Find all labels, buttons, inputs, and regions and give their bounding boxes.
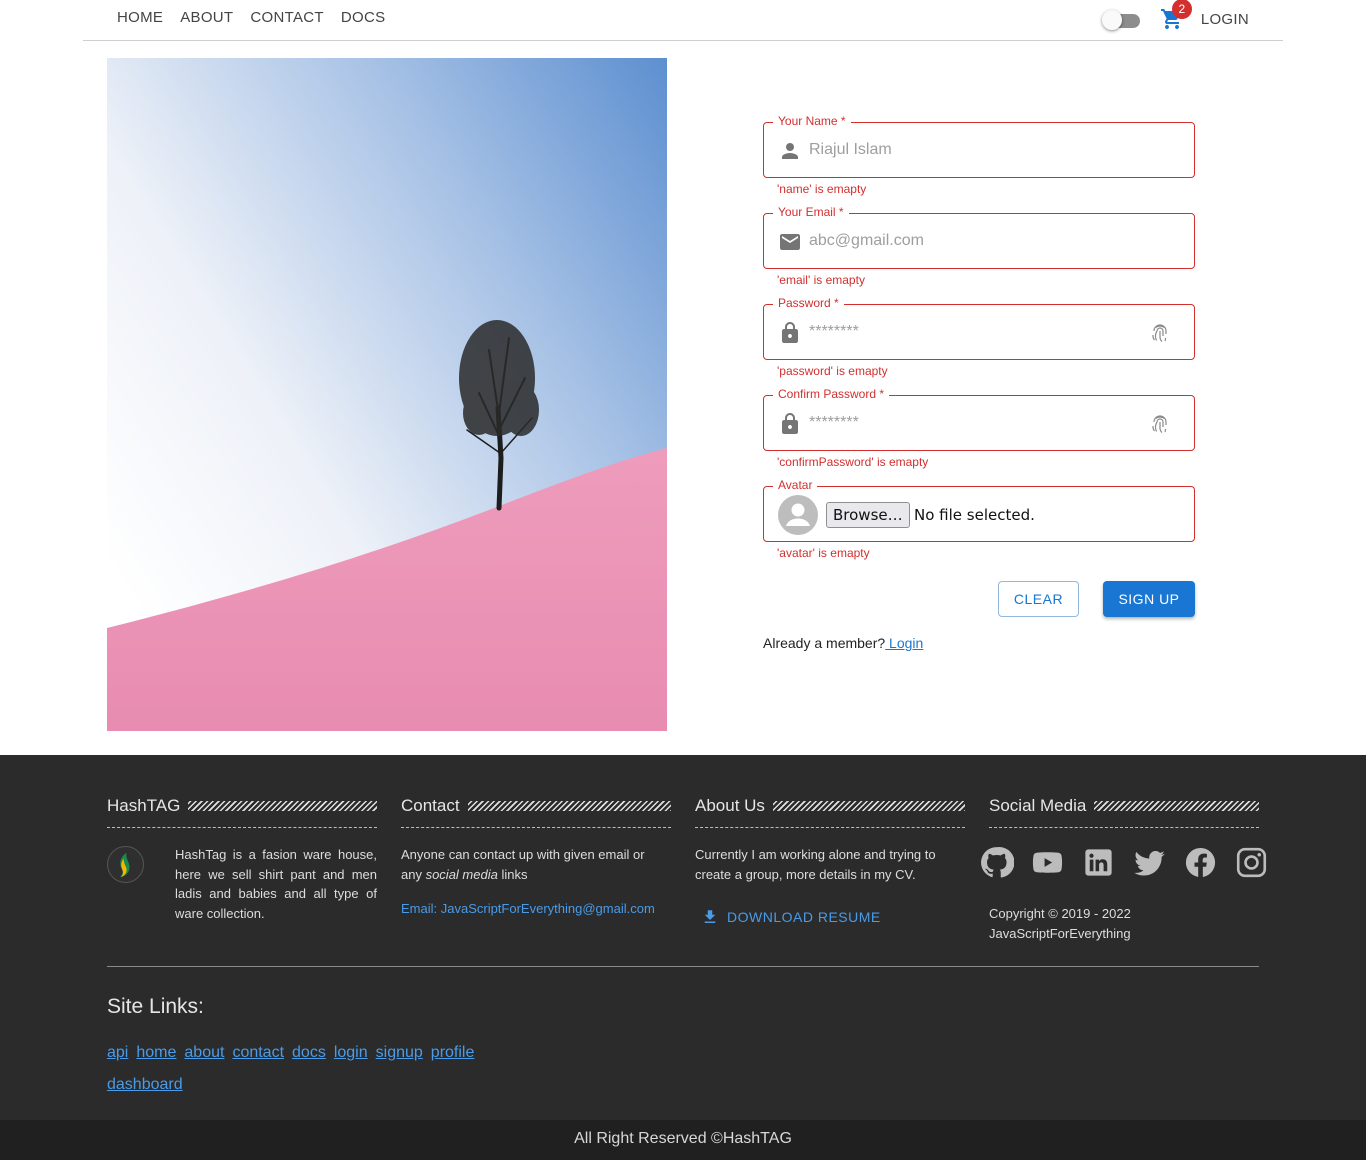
nav-links: Home About Contact Docs	[117, 9, 402, 26]
signup-hero-image	[107, 58, 667, 731]
site-links: api home about contact docs login signup…	[107, 1037, 527, 1101]
member-text: Already a member?	[763, 635, 886, 651]
download-icon	[704, 910, 716, 923]
cart-button[interactable]: 2	[1160, 0, 1192, 31]
heading-stripe	[1090, 801, 1259, 811]
fingerprint-icon[interactable]	[1148, 322, 1172, 346]
site-link-contact[interactable]: contact	[232, 1037, 284, 1069]
confirm-password-field: Confirm Password *	[763, 387, 1195, 451]
site-link-login[interactable]: login	[334, 1037, 368, 1069]
contact-email-link[interactable]: Email: JavaScriptForEverything@gmail.com	[401, 901, 655, 916]
confirm-password-input[interactable]	[809, 396, 1139, 450]
copyright: Copyright © 2019 - 2022 JavaScriptForEve…	[989, 904, 1259, 943]
contact-title: Contact	[401, 797, 468, 815]
site-link-signup[interactable]: signup	[376, 1037, 423, 1069]
signup-button[interactable]: Sign Up	[1103, 581, 1195, 617]
site-link-profile[interactable]: profile	[431, 1037, 475, 1069]
avatar-label: Avatar	[773, 478, 818, 492]
copyright-line-2: JavaScriptForEverything	[989, 925, 1131, 941]
instagram-icon[interactable]	[1234, 845, 1269, 880]
footer-col-social: Social Media Copyright © 2019 - 2022 Jav…	[981, 797, 1267, 941]
navbar: Home About Contact Docs 2 Login	[83, 0, 1283, 41]
site-links-title: Site Links:	[107, 995, 204, 1018]
resume-label: Download Resume	[727, 909, 881, 925]
cart-icon	[1160, 9, 1184, 35]
avatar-error: 'avatar' is emapty	[777, 546, 870, 560]
linkedin-icon[interactable]	[1081, 845, 1116, 880]
member-login-link[interactable]: Login	[885, 635, 923, 651]
email-field: Your Email *	[763, 205, 1195, 269]
person-icon	[778, 139, 802, 163]
toggle-knob	[1101, 10, 1122, 30]
nav-link-contact[interactable]: Contact	[250, 9, 323, 26]
heading-stripe	[770, 801, 965, 811]
social-icons	[979, 845, 1285, 880]
nav-link-docs[interactable]: Docs	[341, 9, 386, 26]
hashtag-title: HashTAG	[107, 797, 189, 815]
footer: HashTAG HashTag is a fasion ware house, …	[0, 755, 1366, 1120]
email-icon	[778, 230, 802, 254]
footer-divider	[107, 966, 1259, 967]
password-field: Password *	[763, 296, 1195, 360]
footer-heading: HashTAG	[107, 797, 377, 828]
footer-heading: Contact	[401, 797, 671, 828]
about-title: About Us	[695, 797, 773, 815]
footer-heading: Social Media	[989, 797, 1259, 828]
contact-description: Anyone can contact up with given email o…	[401, 845, 663, 884]
site-link-api[interactable]: api	[107, 1037, 128, 1069]
lock-icon	[778, 412, 802, 436]
hashtag-description: HashTag is a fasion ware house, here we …	[175, 847, 377, 921]
copyright-line-1: Copyright © 2019 - 2022	[989, 906, 1131, 921]
confirm-password-error: 'confirmPassword' is emapty	[777, 455, 929, 469]
footer-heading: About Us	[695, 797, 965, 828]
form-actions: Clear Sign Up	[763, 581, 1195, 617]
download-resume-button[interactable]: Download Resume	[701, 908, 881, 926]
site-link-about[interactable]: about	[184, 1037, 224, 1069]
nav-actions: 2 Login	[1101, 0, 1249, 34]
copyright-bar: All Right Reserved ©HashTAG	[0, 1120, 1366, 1160]
email-input[interactable]	[809, 214, 1139, 268]
avatar-field: Avatar Browse… No file selected.	[763, 478, 1195, 542]
file-status: No file selected.	[914, 506, 1035, 524]
about-description: Currently I am working alone and trying …	[695, 847, 936, 882]
facebook-icon[interactable]	[1183, 845, 1218, 880]
social-title: Social Media	[989, 797, 1095, 815]
name-field: Your Name *	[763, 114, 1195, 178]
password-input[interactable]	[809, 305, 1139, 359]
nav-link-home[interactable]: Home	[117, 9, 163, 26]
footer-col-contact: Contact Anyone can contact up with given…	[401, 797, 671, 916]
browse-button[interactable]: Browse…	[826, 502, 910, 528]
signup-form: Your Name * 'name' is emapty Your Email …	[763, 114, 1195, 651]
heading-stripe	[184, 801, 377, 811]
nav-link-about[interactable]: About	[180, 9, 233, 26]
contact-text-em: social media	[425, 866, 498, 882]
heading-stripe	[465, 801, 671, 811]
theme-toggle[interactable]	[1101, 4, 1140, 34]
fingerprint-icon[interactable]	[1148, 413, 1172, 437]
footer-col-about: About Us Currently I am working alone an…	[695, 797, 965, 925]
github-icon[interactable]	[979, 845, 1015, 880]
cart-badge: 2	[1171, 0, 1192, 19]
youtube-icon[interactable]	[1030, 845, 1065, 880]
lock-icon	[778, 321, 802, 345]
site-link-home[interactable]: home	[136, 1037, 176, 1069]
name-input[interactable]	[809, 123, 1139, 177]
footer-col-hashtag: HashTAG HashTag is a fasion ware house, …	[107, 797, 377, 921]
clear-button[interactable]: Clear	[998, 581, 1079, 617]
site-link-docs[interactable]: docs	[292, 1037, 326, 1069]
site-link-dashboard[interactable]: dashboard	[107, 1069, 183, 1101]
hashtag-logo-icon[interactable]	[107, 846, 144, 883]
member-prompt: Already a member? Login	[763, 635, 1195, 651]
nav-login-link[interactable]: Login	[1201, 11, 1249, 28]
contact-text-2: links	[497, 866, 528, 882]
avatar-placeholder-icon	[778, 495, 818, 535]
twitter-icon[interactable]	[1132, 845, 1167, 880]
